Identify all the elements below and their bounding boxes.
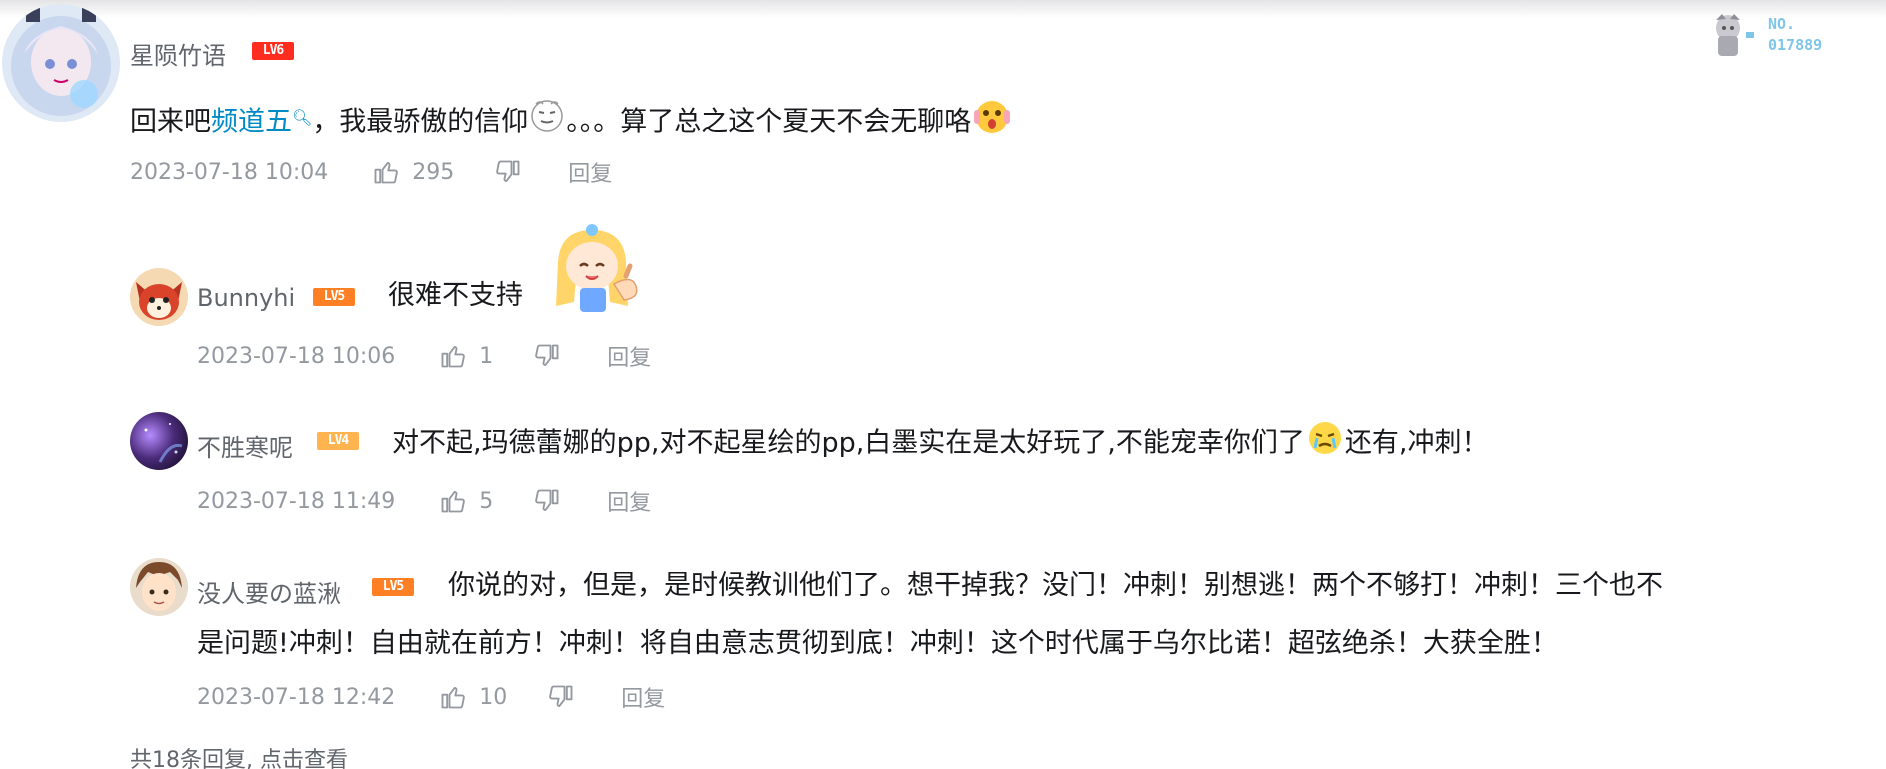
thumbs-up-icon xyxy=(441,345,466,368)
top-shade xyxy=(0,0,1886,18)
like-button[interactable]: 10 xyxy=(439,683,507,711)
like-button[interactable]: 1 xyxy=(439,342,493,370)
avatar[interactable] xyxy=(130,412,188,470)
avatar[interactable] xyxy=(2,4,120,122)
shocked-sticker-icon xyxy=(971,96,1013,150)
dislike-button[interactable] xyxy=(494,158,522,186)
avatar[interactable] xyxy=(130,558,188,616)
dislike-button[interactable] xyxy=(533,487,561,515)
avatar[interactable] xyxy=(130,268,188,326)
character-badge-icon xyxy=(1716,14,1754,56)
reply-meta: 2023-07-18 10:06 1 回复 xyxy=(197,340,651,372)
thumbs-down-icon xyxy=(535,344,559,367)
comment-text-part: ，我最骄傲的信仰 xyxy=(312,106,529,138)
comment-meta: 2023-07-18 10:04 295 回复 xyxy=(130,156,612,188)
reply-button[interactable]: 回复 xyxy=(621,681,665,713)
fan-badge[interactable]: NO. 017889 xyxy=(1706,10,1876,60)
fan-badge-label: NO. xyxy=(1768,15,1796,33)
reply-text: 对不起,玛德蕾娜的pp,对不起星绘的pp,白墨实在是太好玩了,不能宠幸你们了 还… xyxy=(392,418,1488,470)
like-count: 5 xyxy=(479,488,494,514)
thumbs-up-icon xyxy=(374,161,399,184)
reply-text: 很难不支持 xyxy=(388,274,523,318)
thumbs-up-icon xyxy=(441,686,466,709)
crying-face-sticker-icon xyxy=(1305,418,1345,470)
username[interactable]: 星陨竹语 xyxy=(130,36,226,71)
like-count: 295 xyxy=(412,159,455,185)
timestamp: 2023-07-18 12:42 xyxy=(197,684,396,710)
timestamp: 2023-07-18 11:49 xyxy=(197,488,396,514)
thumbs-down-icon xyxy=(549,685,573,708)
reply-button[interactable]: 回复 xyxy=(607,340,651,372)
thumbs-up-icon xyxy=(441,490,466,513)
like-count: 1 xyxy=(479,343,494,369)
reply-text: 你说的对，但是，是时候教训他们了。想干掉我？没门！冲刺！别想逃！两个不够打！冲刺… xyxy=(448,564,1663,608)
reply-button[interactable]: 回复 xyxy=(568,156,612,188)
comment-text-part: 回来吧 xyxy=(130,106,211,138)
dislike-button[interactable] xyxy=(533,342,561,370)
comment-text-part: 。。。算了总之这个夏天不会无聊咯 xyxy=(566,106,972,138)
reply-text-line2: 是问题!冲刺！自由就在前方！冲刺！将自由意志贯彻到底！冲刺！这个时代属于乌尔比诺… xyxy=(197,628,1558,659)
fan-badge-text: NO. 017889 xyxy=(1768,14,1822,56)
search-icon[interactable]: 🔍︎ xyxy=(292,108,312,127)
anime-boy-avatar-icon xyxy=(130,558,188,616)
level-badge: LV4 xyxy=(317,432,359,450)
reply-text: 是问题!冲刺！自由就在前方！冲刺！将自由意志贯彻到底！冲刺！这个时代属于乌尔比诺… xyxy=(197,622,1558,666)
comment-text: 回来吧频道五🔍︎，我最骄傲的信仰 。。。算了总之这个夏天不会无聊咯 xyxy=(130,96,1013,150)
username[interactable]: Bunnyhi xyxy=(197,284,295,312)
fan-badge-number: 017889 xyxy=(1768,36,1823,54)
like-count: 10 xyxy=(479,684,508,710)
like-button[interactable]: 5 xyxy=(439,487,493,515)
reply-text-part: 还有,冲刺！ xyxy=(1344,427,1489,459)
view-all-replies-link[interactable]: 共18条回复, 点击查看 xyxy=(130,742,348,769)
reply-text-part: 对不起,玛德蕾娜的pp,对不起星绘的pp,白墨实在是太好玩了,不能宠幸你们了 xyxy=(392,427,1305,459)
timestamp: 2023-07-18 10:06 xyxy=(197,343,396,369)
username[interactable]: 没人要の蓝湫 xyxy=(197,574,341,609)
anime-avatar-icon xyxy=(2,4,120,122)
fox-avatar-icon xyxy=(130,268,188,326)
reply-text-line1: 你说的对，但是，是时候教训他们了。想干掉我？没门！冲刺！别想逃！两个不够打！冲刺… xyxy=(448,570,1663,601)
timestamp: 2023-07-18 10:04 xyxy=(130,159,329,185)
reply-meta: 2023-07-18 12:42 10 回复 xyxy=(197,681,665,713)
topic-link[interactable]: 频道五 xyxy=(211,107,292,138)
reply-text-part: 很难不支持 xyxy=(388,280,523,311)
level-badge: LV5 xyxy=(313,288,355,306)
level-badge: LV6 xyxy=(252,42,294,60)
reply-meta: 2023-07-18 11:49 5 回复 xyxy=(197,485,651,517)
level-badge: LV5 xyxy=(372,578,414,596)
like-button[interactable]: 295 xyxy=(372,158,454,186)
dislike-button[interactable] xyxy=(547,683,575,711)
thumbs-down-icon xyxy=(535,489,559,512)
face-sticker-icon xyxy=(528,98,566,148)
galaxy-avatar-icon xyxy=(130,412,188,470)
reply-button[interactable]: 回复 xyxy=(607,485,651,517)
thumbs-up-girl-sticker-icon xyxy=(540,222,645,326)
username[interactable]: 不胜寒呢 xyxy=(197,428,293,463)
thumbs-down-icon xyxy=(496,160,520,183)
